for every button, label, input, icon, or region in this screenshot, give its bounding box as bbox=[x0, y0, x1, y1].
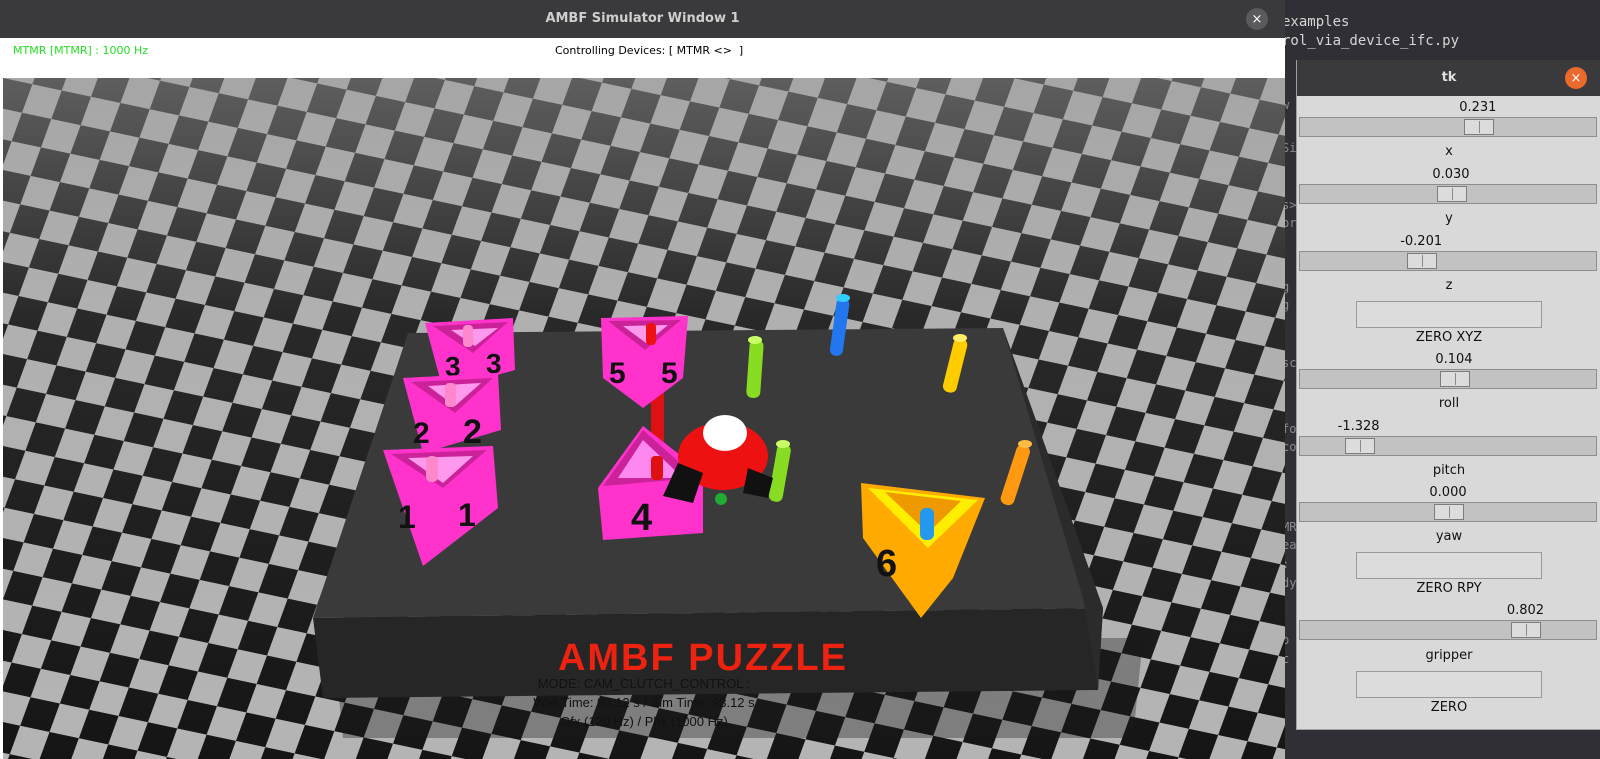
svg-text:5: 5 bbox=[609, 357, 626, 390]
scene-render: AMBF PUZZLE 3 3 2 2 1 1 5 5 4 6 bbox=[3, 78, 1285, 759]
slider-label-gripper: gripper bbox=[1425, 648, 1473, 663]
ambf-simulator-window: AMBF Simulator Window 1 × MTMR [MTMR] : … bbox=[0, 0, 1285, 759]
tk-control-window: tk × 0.231 x 0.030 y -0.201 z ZERO XYZ 0… bbox=[1296, 60, 1600, 730]
rates-label: Gfx (120 Hz) / Phx (1000 Hz) bbox=[560, 714, 728, 729]
svg-text:4: 4 bbox=[631, 497, 652, 539]
svg-text:1: 1 bbox=[458, 497, 476, 533]
svg-text:2: 2 bbox=[413, 417, 430, 450]
window-title: tk bbox=[1441, 70, 1457, 85]
time-label: Wall Time: 93.12 s / Sim Time: 93.12 s bbox=[533, 695, 755, 710]
slider-label-roll: roll bbox=[1438, 396, 1460, 411]
slider-label-yaw: yaw bbox=[1435, 529, 1463, 544]
status-bar: MTMR [MTMR] : 1000 Hz Controlling Device… bbox=[0, 38, 1285, 78]
slider-handle[interactable] bbox=[1511, 622, 1542, 638]
slider-handle[interactable] bbox=[1344, 438, 1375, 454]
slider-y[interactable] bbox=[1299, 184, 1597, 204]
slider-value-yaw: 0.000 bbox=[1429, 485, 1467, 500]
window-title: AMBF Simulator Window 1 bbox=[545, 11, 740, 26]
terminal-line: examples bbox=[1282, 14, 1350, 30]
zero-rpy-label: ZERO RPY bbox=[1416, 581, 1482, 596]
slider-value-gripper: 0.802 bbox=[1506, 603, 1545, 618]
slider-yaw[interactable] bbox=[1299, 502, 1597, 522]
svg-text:5: 5 bbox=[661, 357, 678, 390]
zero-label: ZERO bbox=[1430, 700, 1468, 715]
slider-handle[interactable] bbox=[1436, 186, 1467, 202]
slider-value-x: 0.231 bbox=[1459, 100, 1497, 115]
simulation-viewport[interactable]: AMBF PUZZLE 3 3 2 2 1 1 5 5 4 6 MODE: CA… bbox=[3, 78, 1285, 759]
slider-value-pitch: -1.328 bbox=[1337, 419, 1380, 434]
slider-value-z: -0.201 bbox=[1400, 234, 1443, 249]
zero-rpy-button[interactable] bbox=[1356, 552, 1542, 579]
ambf-titlebar[interactable]: AMBF Simulator Window 1 × bbox=[0, 0, 1285, 38]
svg-text:1: 1 bbox=[398, 499, 416, 535]
close-icon[interactable]: × bbox=[1565, 67, 1587, 89]
slider-value-roll: 0.104 bbox=[1435, 352, 1473, 367]
slider-label-y: y bbox=[1445, 211, 1453, 226]
svg-text:2: 2 bbox=[463, 413, 482, 451]
slider-z[interactable] bbox=[1299, 251, 1597, 271]
slider-label-z: z bbox=[1445, 278, 1453, 293]
device-status: MTMR [MTMR] : 1000 Hz bbox=[13, 44, 149, 57]
slider-handle[interactable] bbox=[1407, 253, 1438, 269]
tk-titlebar[interactable]: tk × bbox=[1297, 60, 1600, 96]
board-sign: AMBF PUZZLE bbox=[558, 637, 848, 679]
slider-x[interactable] bbox=[1299, 117, 1597, 137]
slider-pitch[interactable] bbox=[1299, 436, 1597, 456]
zero-button[interactable] bbox=[1356, 671, 1542, 698]
mode-label: MODE: CAM_CLUTCH_CONTROL : bbox=[537, 676, 751, 691]
controlling-devices-label: Controlling Devices: [ MTMR <> ] bbox=[555, 44, 744, 57]
slider-value-y: 0.030 bbox=[1432, 167, 1470, 182]
zero-xyz-label: ZERO XYZ bbox=[1415, 330, 1483, 345]
slider-gripper[interactable] bbox=[1299, 620, 1597, 640]
slider-handle[interactable] bbox=[1439, 371, 1470, 387]
terminal-line: rol_via_device_ifc.py bbox=[1282, 33, 1460, 49]
slider-roll[interactable] bbox=[1299, 369, 1597, 389]
svg-text:6: 6 bbox=[876, 543, 897, 585]
slider-label-pitch: pitch bbox=[1432, 463, 1466, 478]
zero-xyz-button[interactable] bbox=[1356, 301, 1542, 328]
slider-label-x: x bbox=[1445, 144, 1453, 159]
slider-handle[interactable] bbox=[1463, 119, 1494, 135]
slider-handle[interactable] bbox=[1434, 504, 1464, 520]
close-icon[interactable]: × bbox=[1246, 8, 1268, 30]
